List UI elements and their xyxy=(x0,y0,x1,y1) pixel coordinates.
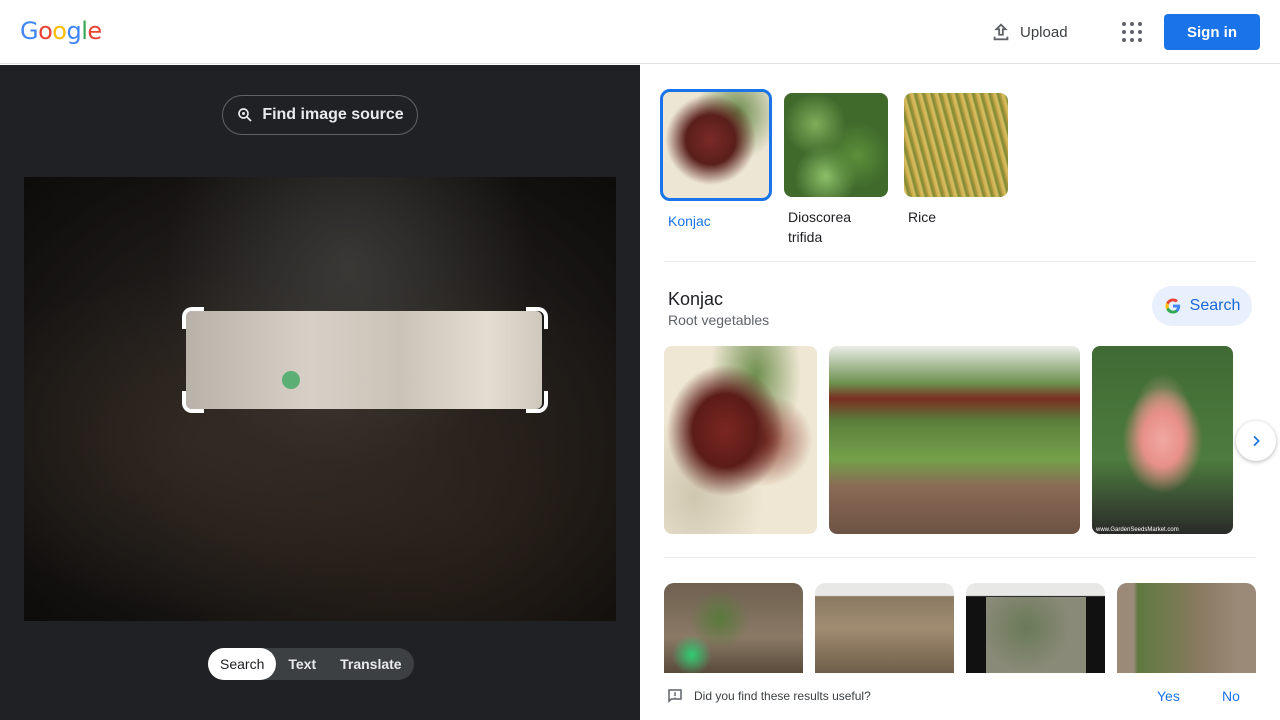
crop-selection-area[interactable] xyxy=(186,311,542,409)
chip-thumbnail xyxy=(660,89,772,201)
crop-handle-bottom-left[interactable] xyxy=(182,391,204,413)
divider xyxy=(664,261,1256,262)
chip-label: Rice xyxy=(908,209,937,225)
visual-match-image[interactable] xyxy=(1117,583,1256,673)
gallery-image[interactable]: www.GardenSeedsMarket.com xyxy=(1092,346,1233,534)
chip-konjac[interactable]: Konjac xyxy=(660,89,772,247)
entity-subtitle: Root vegetables xyxy=(668,312,770,328)
top-bar: Google Upload Sign in xyxy=(0,0,1280,64)
crop-handle-top-left[interactable] xyxy=(182,307,204,329)
mode-search[interactable]: Search xyxy=(208,648,277,680)
chip-rice[interactable]: Rice xyxy=(904,93,1008,247)
upload-button[interactable]: Upload xyxy=(990,16,1068,48)
logo-letter: o xyxy=(38,17,53,45)
crop-handle-top-right[interactable] xyxy=(526,307,548,329)
entity-search-label: Search xyxy=(1189,297,1241,314)
entity-title: Konjac xyxy=(668,289,724,309)
leaf-spot xyxy=(282,371,300,389)
entity-search-button[interactable]: Search xyxy=(1152,286,1252,326)
feedback-bar: Did you find these results useful? Yes N… xyxy=(640,673,1280,720)
sign-in-button[interactable]: Sign in xyxy=(1164,14,1260,50)
feedback-yes-button[interactable]: Yes xyxy=(1157,688,1180,704)
chevron-right-icon xyxy=(1253,435,1260,447)
image-preview-panel: Find image source Search Text Translate xyxy=(0,65,640,720)
results-panel: Konjac Dioscorea trifida Rice Konjac Roo… xyxy=(640,65,1280,720)
gallery-next-button[interactable] xyxy=(1236,421,1276,461)
entity-chips: Konjac Dioscorea trifida Rice xyxy=(660,89,1008,247)
upload-label: Upload xyxy=(1020,23,1068,41)
divider xyxy=(664,557,1256,558)
chip-label: Konjac xyxy=(668,213,711,229)
gallery-image[interactable] xyxy=(664,346,817,534)
chip-dioscorea-trifida[interactable]: Dioscorea trifida xyxy=(784,93,888,247)
visual-match-image[interactable] xyxy=(664,583,803,673)
gallery-image[interactable] xyxy=(829,346,1080,534)
crop-handle-bottom-right[interactable] xyxy=(526,391,548,413)
logo-letter: g xyxy=(66,17,82,45)
mode-switcher: Search Text Translate xyxy=(208,648,414,680)
google-g-icon xyxy=(1165,298,1180,314)
mode-text[interactable]: Text xyxy=(276,648,328,680)
mode-translate[interactable]: Translate xyxy=(328,648,413,680)
find-image-source-label: Find image source xyxy=(262,106,404,123)
google-logo[interactable]: Google xyxy=(20,17,102,45)
upload-icon xyxy=(993,23,1009,41)
feedback-question: Did you find these results useful? xyxy=(694,689,871,703)
find-image-source-button[interactable]: Find image source xyxy=(222,95,418,135)
apps-grid-icon[interactable] xyxy=(1120,20,1144,44)
visual-match-inner xyxy=(986,597,1086,673)
visual-match-image[interactable] xyxy=(966,583,1105,673)
lens-search-icon xyxy=(238,108,252,122)
logo-letter: e xyxy=(87,17,102,45)
chip-thumbnail xyxy=(784,93,888,197)
chip-thumbnail xyxy=(904,93,1008,197)
feedback-no-button[interactable]: No xyxy=(1222,688,1240,704)
chip-label: Dioscorea trifida xyxy=(788,209,852,245)
uploaded-image xyxy=(24,177,616,621)
visual-match-image[interactable] xyxy=(815,583,954,673)
gallery-watermark: www.GardenSeedsMarket.com xyxy=(1096,527,1179,533)
logo-letter: o xyxy=(52,17,67,45)
logo-letter: G xyxy=(20,17,39,45)
feedback-icon xyxy=(668,689,682,704)
